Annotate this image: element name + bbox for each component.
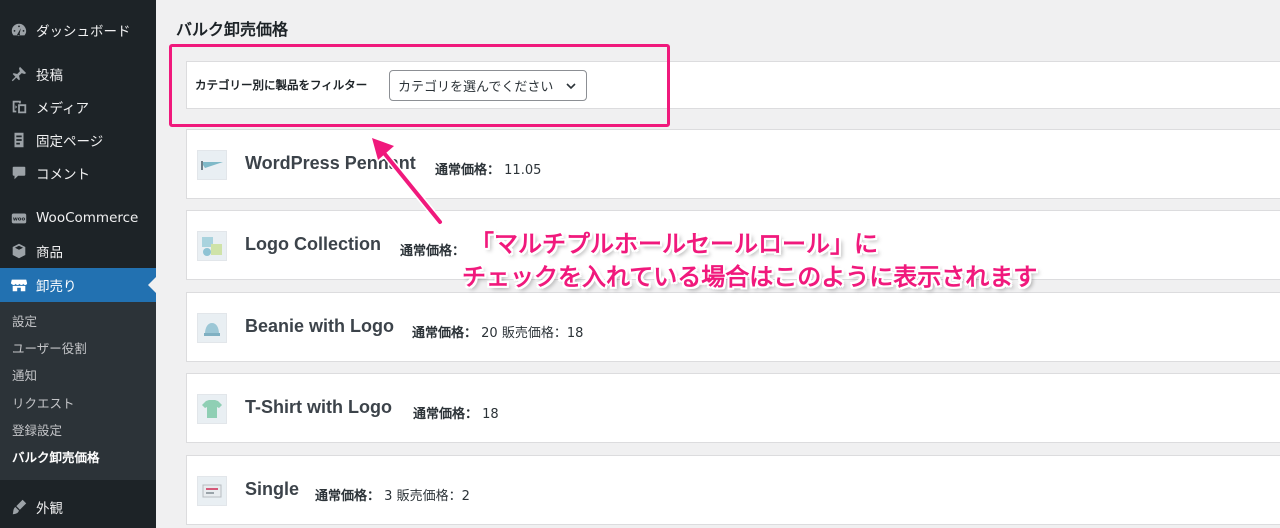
product-box-icon — [0, 242, 36, 260]
annotation-callout: 「マルチプルホールセールロール」に チェックを入れている場合はこのように表示され… — [462, 228, 1037, 294]
sale-price-label: 販売価格： — [396, 489, 462, 504]
menu-item-comments[interactable]: コメント — [0, 156, 156, 190]
menu-item-pages[interactable]: 固定ページ — [0, 123, 156, 157]
product-thumbnail — [197, 231, 227, 261]
menu-label: ダッシュボード — [36, 24, 131, 40]
submenu-item-requests[interactable]: リクエスト — [12, 394, 75, 414]
menu-item-woocommerce[interactable]: woo WooCommerce — [0, 201, 156, 235]
highlight-frame — [169, 44, 670, 127]
menu-item-products[interactable]: 商品 — [0, 234, 156, 268]
submenu-item-settings[interactable]: 設定 — [12, 312, 37, 332]
sale-price-value: 18 — [566, 326, 584, 341]
regular-price-label: 通常価格： — [315, 489, 381, 504]
admin-sidebar: ダッシュボード 投稿 メディア 固定ページ コメント woo WooCommer… — [0, 0, 156, 528]
menu-item-wholesale[interactable]: 卸売り — [0, 268, 156, 302]
menu-label: 固定ページ — [36, 134, 104, 150]
product-price: 通常価格： 20 販売価格：18 — [412, 322, 583, 341]
submenu-item-registration[interactable]: 登録設定 — [12, 421, 62, 441]
menu-item-media[interactable]: メディア — [0, 90, 156, 124]
page-icon — [0, 131, 36, 149]
submenu-item-user-roles[interactable]: ユーザー役割 — [12, 339, 87, 359]
menu-label: メディア — [36, 101, 90, 117]
annotation-arrow-icon — [370, 136, 444, 226]
product-thumbnail — [197, 394, 227, 424]
regular-price-value: 20 — [481, 326, 498, 341]
submenu-item-notifications[interactable]: 通知 — [12, 366, 37, 386]
annotation-line-1: 「マルチプルホールセールロール」に — [470, 230, 878, 258]
menu-label: 商品 — [36, 245, 63, 261]
menu-item-posts[interactable]: 投稿 — [0, 57, 156, 91]
page-title: バルク卸売価格 — [176, 20, 289, 39]
menu-item-dashboard[interactable]: ダッシュボード — [0, 13, 156, 47]
pin-icon — [0, 65, 36, 83]
product-name: Logo Collection — [245, 234, 381, 254]
brush-icon — [0, 498, 36, 516]
product-thumbnail — [197, 150, 227, 180]
product-price: 通常価格： 3 販売価格：2 — [315, 485, 470, 504]
regular-price-value: 18 — [482, 407, 499, 422]
product-name: Beanie with Logo — [245, 316, 395, 336]
product-thumbnail — [197, 476, 227, 506]
product-row[interactable]: WordPress Pennant 通常価格： 11.05 — [186, 129, 1280, 199]
product-name: T-Shirt with Logo — [245, 397, 392, 417]
regular-price-label: 通常価格： — [400, 244, 466, 259]
wholesale-submenu: 設定 ユーザー役割 通知 リクエスト 登録設定 バルク卸売価格 — [0, 302, 156, 480]
menu-label: 外観 — [36, 501, 63, 517]
menu-item-appearance[interactable]: 外観 — [0, 490, 156, 524]
product-thumbnail — [197, 313, 227, 343]
sale-price-label: 販売価格： — [501, 326, 567, 341]
regular-price-label: 通常価格： — [413, 407, 479, 422]
woo-icon: woo — [0, 209, 36, 227]
store-icon — [0, 276, 36, 294]
product-name: Single — [245, 479, 300, 499]
comment-icon — [0, 164, 36, 182]
menu-label: 卸売り — [36, 279, 77, 295]
menu-label: WooCommerce — [36, 210, 139, 226]
media-icon — [0, 98, 36, 116]
regular-price-value: 11.05 — [504, 163, 542, 178]
product-row[interactable]: T-Shirt with Logo 通常価格： 18 — [186, 373, 1280, 443]
product-price: 通常価格： 11.05 — [435, 159, 541, 178]
svg-text:woo: woo — [13, 217, 26, 223]
product-row[interactable]: Single 通常価格： 3 販売価格：2 — [186, 455, 1280, 525]
submenu-item-bulk-price[interactable]: バルク卸売価格 — [12, 448, 100, 468]
regular-price-label: 通常価格： — [412, 326, 478, 341]
dashboard-icon — [0, 21, 36, 39]
menu-label: 投稿 — [36, 68, 63, 84]
product-row[interactable]: Beanie with Logo 通常価格： 20 販売価格：18 — [186, 292, 1280, 362]
regular-price-value: 3 — [384, 489, 393, 504]
annotation-line-2: チェックを入れている場合はこのように表示されます — [462, 263, 1038, 291]
product-price: 通常価格： 18 — [413, 403, 499, 422]
sale-price-value: 2 — [461, 489, 470, 504]
product-price: 通常価格： — [400, 240, 465, 259]
menu-label: コメント — [36, 167, 90, 183]
